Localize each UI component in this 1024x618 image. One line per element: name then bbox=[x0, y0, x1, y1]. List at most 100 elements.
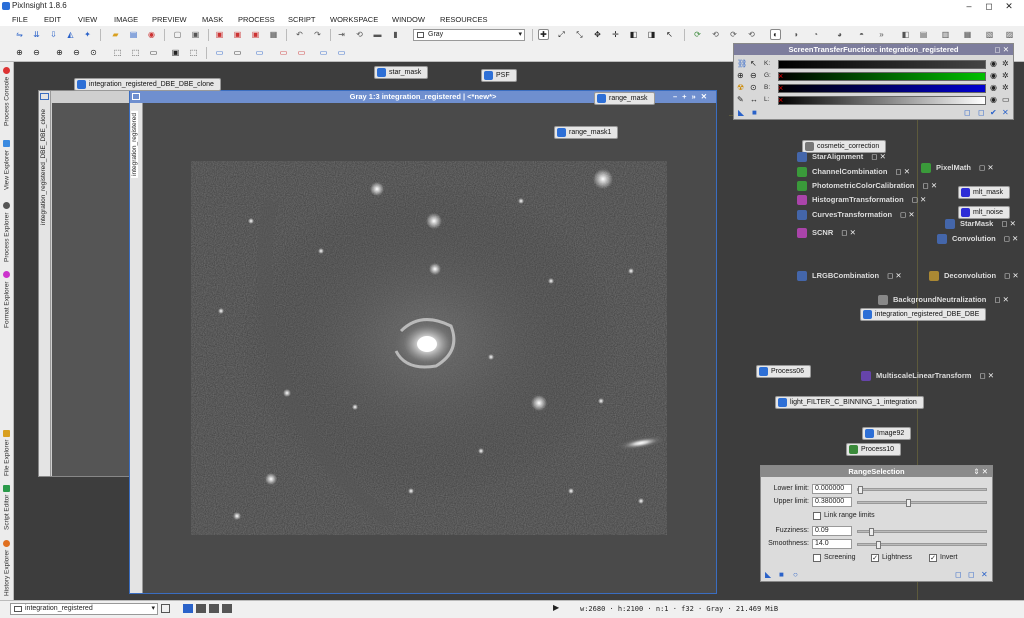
wrench-icon[interactable]: ✎ bbox=[737, 95, 744, 104]
menu-edit[interactable]: EDIT bbox=[44, 12, 61, 24]
menu-process[interactable]: PROCESS bbox=[238, 12, 275, 24]
preview-icon[interactable]: ◻ bbox=[968, 570, 975, 579]
save-as-icon[interactable]: ⇩ bbox=[48, 29, 59, 40]
explorer-icon[interactable]: ▨ bbox=[1004, 29, 1015, 40]
mask-show-icon[interactable]: ◐ bbox=[770, 29, 781, 40]
main-side-label[interactable]: integration_registered bbox=[131, 111, 138, 178]
menu-view[interactable]: VIEW bbox=[78, 12, 97, 24]
star-icon[interactable]: ✦ bbox=[82, 29, 93, 40]
monitor-icon[interactable]: ▭ bbox=[318, 47, 329, 58]
pointer-icon[interactable]: ↖ bbox=[664, 29, 675, 40]
horizontal-arrows-icon[interactable]: ↔ bbox=[750, 95, 758, 104]
clone-side-label[interactable]: integration_registered_DBE_DBE_clone bbox=[40, 109, 47, 225]
reset-icon[interactable]: ◻ bbox=[964, 108, 971, 117]
screen-red2-icon[interactable]: ▭ bbox=[296, 47, 307, 58]
proc-curves[interactable]: CurvesTransformation ◻ ✕ bbox=[796, 209, 915, 221]
arrange-icon[interactable]: ▧ bbox=[984, 29, 995, 40]
open-url-icon[interactable]: ⇋ bbox=[14, 29, 25, 40]
rs-title-bar[interactable]: RangeSelection ⇕ ✕ bbox=[761, 466, 992, 477]
icon-integration-dbe-dbe[interactable]: integration_registered_DBE_DBE bbox=[860, 308, 987, 321]
readout-icon[interactable]: ◧ bbox=[628, 29, 639, 40]
tile-icon[interactable]: ▤ bbox=[918, 29, 929, 40]
view-mode-3-icon[interactable] bbox=[209, 604, 219, 613]
proc-lrgb[interactable]: LRGBCombination ◻ ✕ bbox=[796, 270, 902, 282]
proc-starmask[interactable]: StarMask ◻ ✕ bbox=[944, 218, 1016, 230]
upper-limit-slider[interactable] bbox=[857, 499, 987, 507]
zoom-sel-icon[interactable]: ⬚ bbox=[188, 47, 199, 58]
eye-icon-l[interactable]: ◉ bbox=[990, 95, 997, 104]
stf-link-icon[interactable]: ⟳ bbox=[692, 29, 703, 40]
preview-store-icon[interactable]: ▣ bbox=[250, 29, 261, 40]
proc-histogram[interactable]: HistogramTransformation ◻ ✕ bbox=[796, 194, 926, 206]
cancel-icon[interactable]: ✕ bbox=[981, 570, 988, 579]
window-controls[interactable]: –+»✕ bbox=[673, 91, 712, 103]
proc-buttons[interactable]: ◻ ✕ bbox=[871, 151, 886, 163]
apply-icon[interactable]: ■ bbox=[779, 570, 784, 579]
view-mode-1-icon[interactable] bbox=[183, 604, 193, 613]
screening-checkbox[interactable]: Screening bbox=[813, 554, 856, 562]
zoom-2-icon[interactable]: ⊖ bbox=[71, 47, 82, 58]
zoom-out-icon[interactable]: ⊖ bbox=[750, 71, 757, 80]
check-icon[interactable]: ✔ bbox=[990, 108, 997, 117]
zoom-box-icon[interactable]: ▣ bbox=[170, 47, 181, 58]
icon-range-mask[interactable]: range_mask bbox=[594, 92, 655, 105]
icon-light-filter[interactable]: light_FILTER_C_BINNING_1_integration bbox=[775, 396, 924, 409]
icon-clone-image[interactable]: integration_registered_DBE_DBE_clone bbox=[74, 78, 221, 91]
zoom-in-icon[interactable]: ⊕ bbox=[14, 47, 25, 58]
tab-history-explorer[interactable]: History Explorer bbox=[0, 536, 14, 598]
icon-psf[interactable]: PSF bbox=[481, 69, 517, 82]
mask-invert-icon[interactable]: ◑ bbox=[790, 29, 801, 40]
new-instance-icon[interactable]: ◣ bbox=[738, 108, 744, 117]
menu-file[interactable]: FILE bbox=[12, 12, 28, 24]
lower-limit-slider[interactable] bbox=[857, 486, 987, 494]
mask-icon[interactable]: ◭ bbox=[65, 29, 76, 40]
proc-buttons[interactable]: ◻ ✕ bbox=[979, 162, 994, 174]
preview-icon[interactable]: ◻ bbox=[978, 108, 985, 117]
stf-close-icon[interactable]: ◻ ✕ bbox=[994, 44, 1009, 55]
zoom-in-icon[interactable]: ⊕ bbox=[737, 71, 744, 80]
display-icon[interactable]: ▭ bbox=[214, 47, 225, 58]
preview-delete-icon[interactable]: ▣ bbox=[232, 29, 243, 40]
proc-photometric[interactable]: PhotometricColorCalibration ◻ ✕ bbox=[796, 180, 937, 192]
main-image-window[interactable]: Gray 1:3 integration_registered | <*new*… bbox=[129, 90, 717, 594]
stf-auto-icon[interactable]: ⟲ bbox=[710, 29, 721, 40]
rs-close-icon[interactable]: ⇕ ✕ bbox=[973, 466, 988, 477]
preview-new-icon[interactable]: ▣ bbox=[214, 29, 225, 40]
pointer-icon[interactable]: ↖ bbox=[750, 59, 757, 68]
menu-mask[interactable]: MASK bbox=[202, 12, 223, 24]
close-image-icon[interactable]: ▢ bbox=[172, 29, 183, 40]
stf-curve-k[interactable] bbox=[778, 60, 986, 69]
lightness-checkbox[interactable]: ✓ Lightness bbox=[871, 554, 912, 562]
proc-buttons[interactable]: ◻ ✕ bbox=[895, 166, 910, 178]
astro-image[interactable] bbox=[191, 161, 667, 535]
icon-range-mask1[interactable]: range_mask1 bbox=[554, 126, 619, 139]
cascade-icon[interactable]: ▥ bbox=[940, 29, 951, 40]
radiation-icon[interactable]: ☢ bbox=[737, 83, 744, 92]
monitor2-icon[interactable]: ▭ bbox=[336, 47, 347, 58]
reset-icon[interactable]: ◻ bbox=[955, 570, 962, 579]
menu-resources[interactable]: RESOURCES bbox=[440, 12, 488, 24]
icon-star-mask[interactable]: star_mask bbox=[374, 66, 429, 79]
apply-icon[interactable]: ■ bbox=[752, 108, 757, 117]
proc-buttons[interactable]: ◻ ✕ bbox=[1004, 270, 1019, 282]
proc-star-alignment[interactable]: StarAlignment ◻ ✕ bbox=[796, 151, 886, 163]
clone-image-area[interactable] bbox=[52, 103, 129, 476]
colorspace-select[interactable]: Gray ▾ bbox=[413, 29, 525, 41]
move-icon[interactable]: ✛ bbox=[610, 29, 621, 40]
clone-image-window[interactable]: integration_registered_DBE_DBE_clone bbox=[38, 90, 130, 477]
fit-all-icon[interactable]: ⤡ bbox=[574, 29, 585, 40]
tab-view-explorer[interactable]: View Explorer bbox=[0, 132, 14, 192]
range-selection-panel[interactable]: RangeSelection ⇕ ✕ Lower limit: 0.000000 … bbox=[760, 465, 993, 582]
stf-curve-g[interactable] bbox=[778, 72, 986, 81]
settings-icon[interactable]: ◉ bbox=[146, 29, 157, 40]
history-icon[interactable]: ⇥ bbox=[336, 29, 347, 40]
proc-buttons[interactable]: ◻ ✕ bbox=[841, 227, 856, 239]
crosshair-icon[interactable]: ✚ bbox=[538, 29, 549, 40]
fuzziness-input[interactable]: 0.09 bbox=[812, 526, 852, 536]
stf-edit-icon[interactable]: ⟲ bbox=[746, 29, 757, 40]
menu-image[interactable]: IMAGE bbox=[114, 12, 138, 24]
display-alt-icon[interactable]: ▭ bbox=[232, 47, 243, 58]
icon-image92[interactable]: Image92 bbox=[862, 427, 912, 440]
slider-thumb[interactable] bbox=[875, 541, 881, 549]
eye-icon[interactable]: ◉ bbox=[990, 59, 997, 68]
